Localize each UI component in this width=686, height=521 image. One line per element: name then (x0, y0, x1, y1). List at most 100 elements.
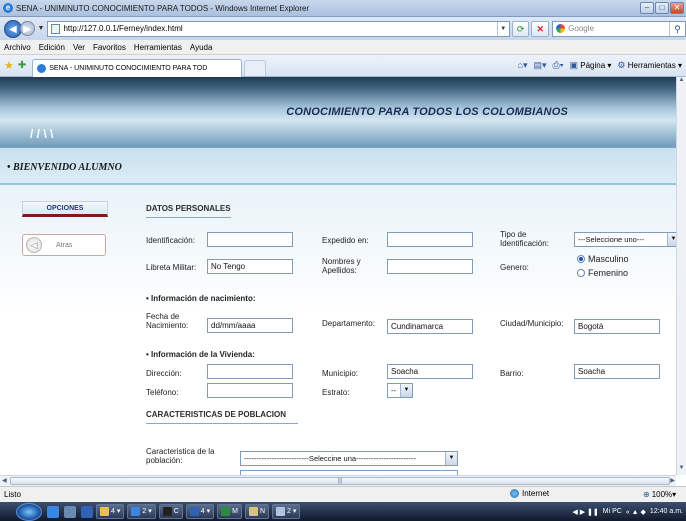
page-menu-icon: ▣ (569, 60, 579, 70)
horizontal-scrollbar[interactable]: ◀ ||| ▶ (0, 475, 676, 486)
menu-ver[interactable]: Ver (73, 43, 85, 52)
taskbar-excel-label: M (232, 508, 238, 515)
scroll-down-icon[interactable]: ▼ (677, 465, 686, 475)
ciudad-input[interactable]: Bogotá (574, 319, 660, 334)
print-icon[interactable]: ⎙▾ (553, 60, 564, 71)
tools-menu-label: Herramientas (627, 61, 676, 70)
tipo-identificacion-label-line2: Identificación: (500, 239, 549, 248)
url-field[interactable]: http://127.0.0.1/Ferney/index.html ▼ (47, 20, 510, 37)
quicklaunch-word-icon[interactable] (81, 505, 93, 518)
favorites-star-icon[interactable]: ★ (4, 59, 14, 72)
direccion-input[interactable] (207, 364, 293, 379)
quicklaunch-media-icon[interactable] (64, 505, 76, 518)
window-controls: – □ ✕ (640, 2, 684, 14)
quicklaunch-ie-icon[interactable] (47, 505, 59, 518)
tipo-identificacion-select[interactable]: ---Seleccione uno--- ▼ (574, 232, 680, 247)
atras-button[interactable]: ◁ Atras (22, 234, 106, 256)
banner-title: CONOCIMIENTO PARA TODOS LOS COLOMBIANOS (286, 106, 568, 118)
start-button[interactable] (16, 502, 42, 521)
zoom-dropdown-icon[interactable]: ▾ (672, 490, 676, 499)
tipo-identificacion-value: ---Seleccione uno--- (578, 235, 645, 244)
radio-masculino-dot[interactable] (577, 255, 585, 263)
taskbar-ie-label: 2 ▾ (142, 508, 152, 515)
caracteristica-label-line1: Caracteristica de la (146, 447, 215, 456)
history-dropdown-icon[interactable]: ▼ (38, 25, 45, 32)
search-field[interactable]: Google ⚲ (552, 20, 686, 37)
globe-icon (510, 489, 519, 498)
header-banner: CONOCIMIENTO PARA TODOS LOS COLOMBIANOS … (0, 77, 686, 147)
status-text: Listo (4, 490, 21, 499)
fecha-input[interactable]: dd/mm/aaaa (207, 318, 293, 333)
telefono-input[interactable] (207, 383, 293, 398)
taskbar-excel[interactable]: M (217, 504, 242, 519)
radio-femenino-dot[interactable] (577, 269, 585, 277)
opciones-button[interactable]: OPCIONES (22, 201, 108, 217)
taskbar-group[interactable]: 2 ▾ (272, 504, 301, 519)
tipo-identificacion-label: Tipo de Identificación: (500, 230, 549, 248)
menu-archivo[interactable]: Archivo (4, 43, 31, 52)
tab-current[interactable]: SENA - UNIMINUTO CONOCIMIENTO PARA TOD (32, 58, 243, 77)
barrio-input[interactable]: Soacha (574, 364, 660, 379)
new-tab-button[interactable] (244, 60, 267, 76)
scroll-up-icon[interactable]: ▲ (677, 77, 686, 87)
search-placeholder[interactable]: Google (568, 24, 669, 33)
fecha-label-line1: Fecha de (146, 312, 180, 321)
folder-icon (100, 507, 109, 516)
municipio-input[interactable]: Soacha (387, 364, 473, 379)
menu-edicion[interactable]: Edición (39, 43, 65, 52)
zoom-level: 100% (651, 490, 673, 499)
horizontal-scroll-thumb[interactable]: ||| (10, 477, 670, 485)
menu-ayuda[interactable]: Ayuda (190, 43, 213, 52)
estrato-select[interactable]: -- ▼ (387, 383, 413, 398)
tipo-identificacion-label-line1: Tipo de (500, 230, 527, 239)
identificacion-input[interactable] (207, 232, 293, 247)
refresh-button[interactable]: ⟳ (511, 20, 530, 37)
municipio-label: Municipio: (322, 369, 359, 378)
nombres-input[interactable] (387, 259, 473, 274)
search-icon[interactable]: ⚲ (669, 21, 685, 36)
feeds-icon[interactable]: ▤▾ (533, 60, 546, 71)
close-button[interactable]: ✕ (670, 2, 684, 14)
page-icon (51, 23, 61, 34)
minimize-button[interactable]: – (640, 2, 654, 14)
page-menu[interactable]: ▣ Página ▾ (570, 60, 612, 71)
taskbar-folders[interactable]: 4 ▾ (96, 504, 125, 519)
menu-herramientas[interactable]: Herramientas (134, 43, 182, 52)
taskbar-notes[interactable]: N (244, 504, 270, 519)
nombres-label: Nombres y Apellidos: (322, 257, 361, 275)
estrato-label: Estrato: (322, 388, 350, 397)
add-favorites-icon[interactable]: ✚ (18, 60, 26, 71)
caracteristica-value: --------------------------Seleccine una-… (244, 454, 416, 463)
ie-icon (131, 507, 141, 516)
radio-femenino[interactable]: Femenino (577, 268, 628, 278)
taskbar-ie[interactable]: 2 ▾ (127, 504, 156, 519)
url-text[interactable]: http://127.0.0.1/Ferney/index.html (63, 24, 496, 33)
media-controls-icon[interactable]: ◀ ▶ ❚❚ (572, 508, 598, 516)
maximize-button[interactable]: □ (655, 2, 669, 14)
expedido-input[interactable] (387, 232, 473, 247)
url-dropdown-icon[interactable]: ▼ (496, 21, 509, 36)
menu-favoritos[interactable]: Favoritos (93, 43, 126, 52)
radio-masculino[interactable]: Masculino (577, 254, 629, 264)
forward-button[interactable]: ▶ (19, 21, 35, 36)
libreta-input[interactable]: No Tengo (207, 259, 293, 274)
tray-icons[interactable]: « ▲ ◆ (626, 508, 646, 516)
tools-menu[interactable]: ⚙ Herramientas ▾ (617, 60, 682, 71)
windows-taskbar: 4 ▾ 2 ▾ C 4 ▾ M N 2 ▾ ◀ ▶ ❚❚ Mi PC « ▲ ◆… (0, 502, 686, 521)
vertical-scrollbar[interactable]: ▲ ▼ (676, 77, 686, 475)
zoom-control[interactable]: ⊕ 100% ▾ (643, 490, 676, 499)
taskbar-word[interactable]: 4 ▾ (185, 504, 215, 519)
departamento-input[interactable]: Cundinamarca (387, 319, 473, 334)
home-icon[interactable]: ⌂▾ (518, 60, 528, 71)
nacimiento-header-text: Información de nacimiento: (151, 294, 256, 303)
taskbar-cmd[interactable]: C (158, 504, 183, 519)
scroll-left-icon[interactable]: ◀ (2, 477, 7, 484)
caracteristica-select[interactable]: --------------------------Seleccine una-… (240, 451, 458, 466)
stop-button[interactable]: ✕ (531, 20, 550, 37)
departamento-label: Departamento: (322, 319, 375, 328)
status-bar: Listo Internet ⊕ 100% ▾ (0, 486, 686, 502)
clock[interactable]: 12:40 a.m. (650, 508, 683, 515)
scroll-right-icon[interactable]: ▶ (670, 477, 675, 484)
console-icon (162, 507, 172, 516)
tray-mypc-label[interactable]: Mi PC (603, 508, 622, 515)
